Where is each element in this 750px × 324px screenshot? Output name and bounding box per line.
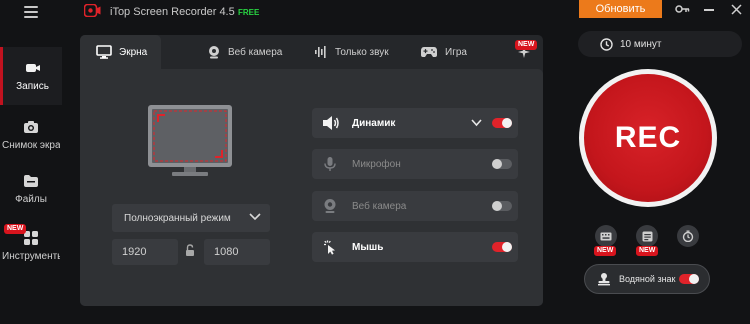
stopwatch-tool-button[interactable] [677, 225, 699, 247]
option-label: Мышь [352, 241, 384, 253]
sidebar-item-screenshot[interactable]: Снимок экрана [0, 106, 62, 164]
capture-mode-select[interactable]: Полноэкранный режим [112, 204, 270, 232]
option-webcam[interactable]: Веб камера [312, 191, 518, 221]
notes-tool-button[interactable] [636, 225, 658, 247]
option-mouse[interactable]: Мышь [312, 232, 518, 262]
sidebar-item-label: Снимок экрана [2, 140, 60, 151]
webcam-icon [209, 46, 219, 59]
height-value: 1080 [214, 246, 239, 258]
audio-wave-icon [315, 46, 326, 58]
microphone-toggle[interactable] [492, 159, 512, 169]
microphone-icon [324, 157, 336, 171]
chevron-down-icon [249, 213, 261, 221]
clock-icon [600, 38, 613, 51]
stamp-icon [598, 273, 610, 286]
option-label: Динамик [352, 117, 396, 129]
lock-icon[interactable] [185, 244, 195, 257]
tab-label: Игра [445, 46, 467, 58]
app-logo-icon [84, 4, 101, 17]
height-input[interactable]: 1080 [204, 239, 270, 265]
watermark-control[interactable]: Водяной знак [584, 264, 710, 294]
watermark-label: Водяной знак [619, 274, 676, 284]
tab-game[interactable]: Игра [420, 35, 467, 69]
new-badge: NEW [636, 246, 659, 256]
option-label: Веб камера [352, 200, 407, 212]
keyboard-icon [600, 232, 612, 240]
sidebar-item-record[interactable]: Запись [0, 47, 62, 105]
key-icon[interactable] [675, 4, 690, 14]
video-camera-icon [25, 64, 40, 72]
app-title: iTop Screen Recorder 4.5 [110, 6, 235, 18]
keyboard-tool-button[interactable] [595, 225, 617, 247]
menu-icon[interactable] [24, 6, 38, 18]
watermark-toggle[interactable] [679, 274, 699, 284]
webcam-toggle[interactable] [492, 201, 512, 211]
sidebar: Запись Снимок экрана Файлы Инструменты N… [0, 0, 62, 324]
notes-icon [642, 231, 652, 241]
tab-label: Только звук [335, 46, 389, 58]
option-label: Микрофон [352, 158, 401, 170]
stopwatch-icon [682, 230, 694, 242]
update-button[interactable]: Обновить [579, 0, 662, 18]
mouse-click-icon [324, 240, 335, 255]
app-window: Запись Снимок экрана Файлы Инструменты N… [0, 0, 750, 324]
chevron-down-icon[interactable] [471, 119, 482, 127]
monitor-illustration [148, 105, 232, 176]
close-icon[interactable] [731, 4, 742, 15]
tab-webcam[interactable]: Веб камера [207, 35, 282, 69]
minimize-icon[interactable] [704, 9, 714, 11]
sidebar-item-label: Файлы [15, 194, 47, 205]
tab-label: Веб камера [228, 46, 283, 58]
tab-audio-only[interactable]: Только звук [314, 35, 389, 69]
new-badge: NEW [515, 40, 538, 50]
tab-label: Экрна [119, 46, 148, 58]
sidebar-item-label: Инструменты [2, 251, 60, 262]
sidebar-item-label: Запись [16, 81, 49, 92]
option-microphone[interactable]: Микрофон [312, 149, 518, 179]
timer-value: 10 минут [620, 38, 662, 50]
option-speaker[interactable]: Динамик [312, 108, 518, 138]
camera-icon [24, 121, 38, 133]
tab-screen[interactable]: Экрна [80, 35, 162, 69]
sidebar-item-files[interactable]: Файлы [0, 160, 62, 218]
speaker-icon [323, 116, 339, 130]
monitor-icon [96, 45, 112, 59]
rec-button[interactable]: REC [584, 74, 712, 202]
new-badge: NEW [4, 224, 27, 234]
mouse-toggle[interactable] [492, 242, 512, 252]
folder-icon [24, 175, 38, 187]
new-badge: NEW [594, 246, 617, 256]
gamepad-icon [421, 47, 437, 57]
speaker-toggle[interactable] [492, 118, 512, 128]
edition-badge: FREE [238, 8, 260, 17]
capture-mode-value: Полноэкранный режим [124, 212, 231, 224]
width-input[interactable]: 1920 [112, 239, 178, 265]
webcam-icon [324, 199, 336, 213]
mode-tabs: Экрна Веб камера Только звук Игра [80, 35, 543, 69]
width-value: 1920 [122, 246, 147, 258]
timer-limit[interactable]: 10 минут [578, 31, 742, 57]
